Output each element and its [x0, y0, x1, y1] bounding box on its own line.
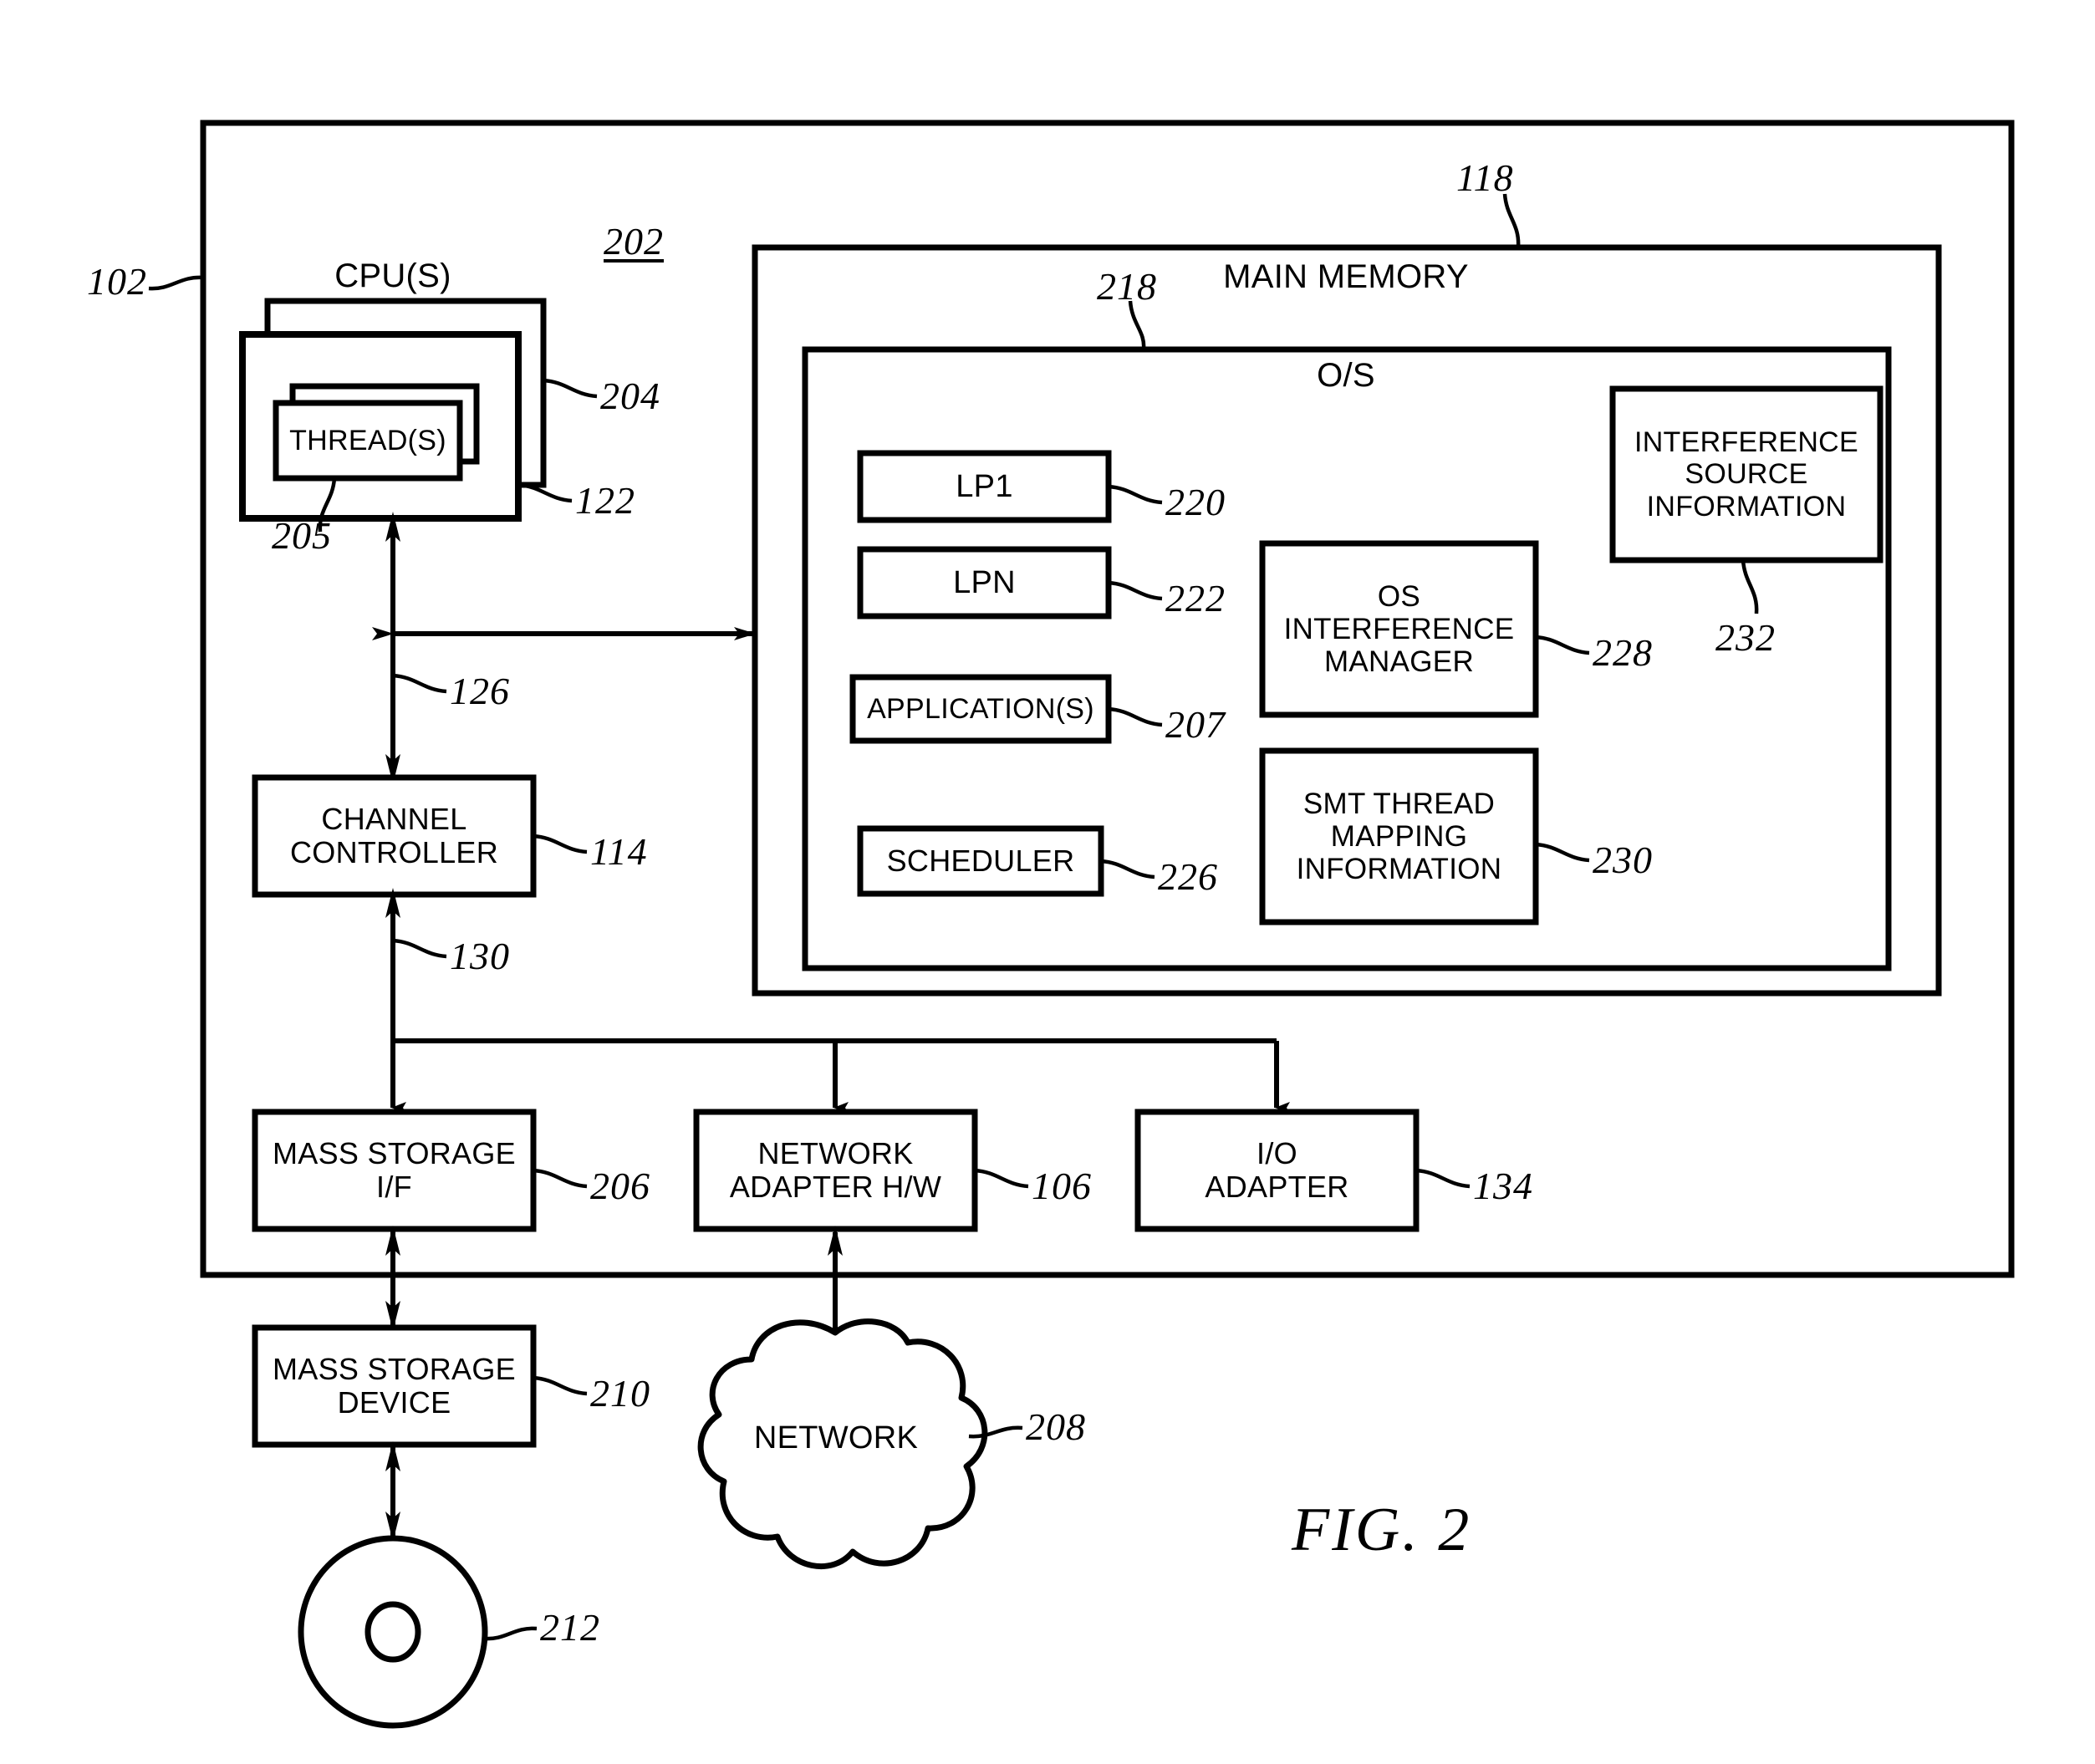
leader-204 [543, 378, 598, 399]
leader-226 [1100, 859, 1155, 879]
leader-230 [1535, 842, 1590, 863]
mass-storage-if-box [252, 1109, 537, 1232]
ref-210: 210 [590, 1372, 650, 1415]
leader-106 [974, 1168, 1029, 1189]
leader-232 [1741, 559, 1759, 614]
ref-122: 122 [575, 479, 635, 522]
ref-226: 226 [1158, 855, 1218, 898]
diagram-vector-layer [148, 120, 2015, 1729]
ref-206: 206 [590, 1165, 650, 1207]
ref-222: 222 [1165, 577, 1226, 619]
leader-114 [533, 834, 588, 854]
network-cloud-shape [697, 1318, 988, 1570]
ref-208: 208 [1026, 1405, 1086, 1448]
leader-206 [533, 1168, 588, 1189]
patent-figure-canvas: CPU(S) THREAD(S) MAIN MEMORY O/S LP1 LPN… [0, 0, 2095, 1764]
scheduler-box [857, 825, 1104, 897]
interference-source-info-box [1609, 385, 1883, 563]
io-adapter-box [1134, 1109, 1420, 1232]
leader-118 [1502, 193, 1521, 248]
leader-212 [482, 1626, 538, 1641]
leader-134 [1415, 1168, 1471, 1189]
ref-212: 212 [540, 1606, 600, 1649]
leader-222 [1108, 580, 1163, 601]
leader-210 [533, 1375, 588, 1396]
leader-102 [148, 275, 204, 291]
thread-card-front [273, 400, 463, 482]
ref-204: 204 [600, 375, 660, 417]
ref-205: 205 [272, 514, 332, 557]
figure-caption: FIG. 2 [1292, 1496, 1472, 1564]
ref-126: 126 [450, 670, 510, 712]
os-interference-manager-box [1259, 540, 1539, 718]
disk-hub [364, 1601, 421, 1663]
lp1-box [857, 450, 1112, 523]
ref-114: 114 [590, 830, 648, 873]
ref-130: 130 [450, 935, 510, 977]
leader-228 [1535, 635, 1590, 655]
leader-207 [1108, 706, 1163, 727]
ref-228: 228 [1593, 631, 1653, 674]
channel-controller-box [252, 774, 537, 898]
leader-130 [392, 938, 447, 959]
ref-134: 134 [1473, 1165, 1533, 1207]
ref-102: 102 [87, 260, 147, 303]
ref-218: 218 [1097, 265, 1157, 308]
ref-220: 220 [1165, 481, 1226, 523]
smt-thread-mapping-box [1259, 747, 1539, 925]
ref-106: 106 [1032, 1165, 1092, 1207]
applications-box [849, 674, 1112, 744]
leader-220 [1108, 484, 1163, 505]
ref-232: 232 [1715, 616, 1776, 659]
network-adapter-box [693, 1109, 978, 1232]
ref-207: 207 [1165, 703, 1226, 746]
lpn-box [857, 546, 1112, 619]
mass-storage-device-box [252, 1324, 537, 1448]
leader-126 [392, 673, 447, 694]
ref-118: 118 [1456, 156, 1514, 199]
ref-230: 230 [1593, 839, 1653, 881]
ref-202: 202 [604, 220, 664, 263]
